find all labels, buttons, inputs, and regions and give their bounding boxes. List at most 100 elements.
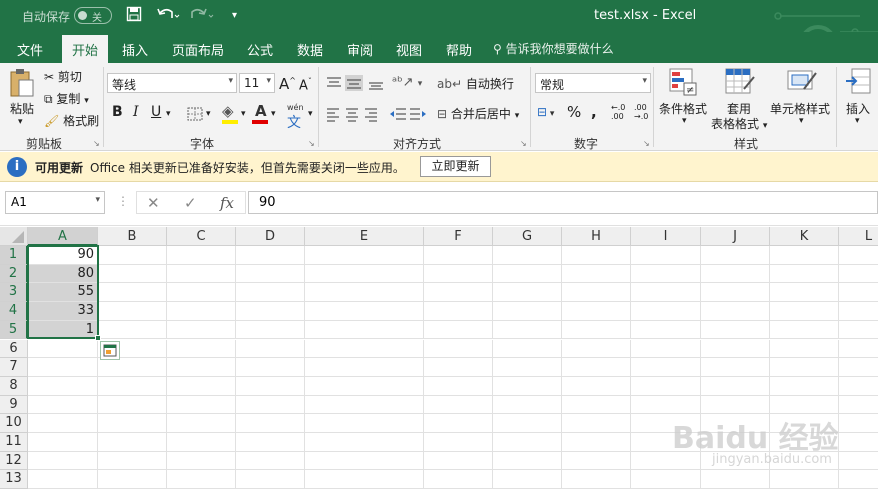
cell-f11[interactable] bbox=[424, 433, 493, 452]
cell-a8[interactable] bbox=[28, 376, 98, 396]
wrap-text-button[interactable]: ab↵ 自动换行 bbox=[437, 75, 514, 92]
tell-me-search[interactable]: ⚲ 告诉我你想要做什么 bbox=[493, 40, 614, 57]
cell-c11[interactable] bbox=[167, 433, 236, 452]
indent-icons[interactable] bbox=[388, 106, 428, 122]
tab-insert[interactable]: 插入 bbox=[122, 40, 148, 59]
cell-c8[interactable] bbox=[167, 376, 236, 396]
cell-j2[interactable] bbox=[701, 264, 770, 284]
decrease-decimal-icon[interactable]: .00 →.0 bbox=[634, 103, 648, 121]
row-header[interactable]: 7 bbox=[0, 358, 28, 377]
font-name-select[interactable]: 等线 ▾ bbox=[107, 73, 237, 93]
column-header-h[interactable]: H bbox=[562, 227, 631, 246]
cell-k5[interactable] bbox=[770, 320, 839, 340]
cell-e4[interactable] bbox=[305, 302, 424, 321]
format-painter-button[interactable]: 🖌 格式刷 bbox=[44, 112, 99, 129]
cell-f5[interactable] bbox=[424, 320, 493, 340]
cell-f2[interactable] bbox=[424, 264, 493, 284]
row-header[interactable]: 4 bbox=[0, 302, 28, 321]
cell-h5[interactable] bbox=[562, 320, 631, 340]
cell-l4[interactable] bbox=[839, 302, 878, 321]
row-header[interactable]: 13 bbox=[0, 470, 28, 490]
cell-k8[interactable] bbox=[770, 376, 839, 396]
insert-function-icon[interactable]: fx bbox=[220, 194, 234, 212]
cell-a10[interactable] bbox=[28, 414, 98, 433]
underline-dropdown-icon[interactable]: ▾ bbox=[166, 109, 171, 119]
bold-icon[interactable]: B bbox=[112, 104, 123, 120]
phonetic-guide-icon[interactable]: wén 文 bbox=[287, 103, 304, 132]
percent-icon[interactable]: % bbox=[567, 103, 581, 121]
cell-l5[interactable] bbox=[839, 321, 878, 340]
column-header-b[interactable]: B bbox=[98, 227, 167, 246]
cell-j7[interactable] bbox=[701, 358, 770, 377]
cell-j1[interactable] bbox=[701, 246, 770, 265]
cell-e7[interactable] bbox=[305, 358, 424, 377]
cell-a12[interactable] bbox=[28, 451, 98, 471]
redo-icon[interactable] bbox=[190, 6, 216, 26]
cell-b8[interactable] bbox=[98, 376, 167, 396]
tab-review[interactable]: 审阅 bbox=[347, 40, 373, 59]
cell-f3[interactable] bbox=[424, 283, 493, 303]
cell-f9[interactable] bbox=[424, 395, 493, 415]
column-header-c[interactable]: C bbox=[167, 227, 236, 246]
tab-view[interactable]: 视图 bbox=[396, 40, 422, 59]
borders-dropdown-icon[interactable]: ▾ bbox=[206, 109, 211, 119]
row-header[interactable]: 3 bbox=[0, 283, 28, 303]
cell-l9[interactable] bbox=[839, 396, 878, 415]
cell-f4[interactable] bbox=[424, 302, 493, 321]
font-color-icon[interactable]: A bbox=[255, 102, 267, 120]
cell-d7[interactable] bbox=[236, 358, 305, 377]
cell-b13[interactable] bbox=[98, 470, 167, 490]
cell-i2[interactable] bbox=[631, 264, 701, 284]
cell-e12[interactable] bbox=[305, 451, 424, 471]
column-header-j[interactable]: J bbox=[701, 227, 770, 246]
cell-g11[interactable] bbox=[493, 433, 562, 452]
cell-e10[interactable] bbox=[305, 414, 424, 433]
vertical-align-icons[interactable] bbox=[325, 75, 387, 91]
cell-f12[interactable] bbox=[424, 451, 493, 471]
save-icon[interactable] bbox=[126, 6, 142, 26]
row-header[interactable]: 10 bbox=[0, 414, 28, 433]
cell-h10[interactable] bbox=[562, 414, 631, 433]
cell-a6[interactable] bbox=[28, 339, 98, 359]
cell-e9[interactable] bbox=[305, 395, 424, 415]
cell-c12[interactable] bbox=[167, 451, 236, 471]
update-now-button[interactable]: 立即更新 bbox=[420, 156, 491, 177]
alignment-launcher-icon[interactable]: ↘ bbox=[520, 139, 527, 148]
cell-d11[interactable] bbox=[236, 433, 305, 452]
cell-j4[interactable] bbox=[701, 302, 770, 321]
cell-d12[interactable] bbox=[236, 451, 305, 471]
cell-b5[interactable] bbox=[98, 320, 167, 340]
row-header[interactable]: 12 bbox=[0, 451, 28, 471]
cell-g10[interactable] bbox=[493, 414, 562, 433]
cell-l13[interactable] bbox=[839, 470, 878, 490]
quick-analysis-button[interactable] bbox=[100, 341, 120, 360]
cell-h12[interactable] bbox=[562, 451, 631, 471]
tab-data[interactable]: 数据 bbox=[297, 40, 323, 59]
number-launcher-icon[interactable]: ↘ bbox=[643, 139, 650, 148]
cell-f7[interactable] bbox=[424, 358, 493, 377]
font-launcher-icon[interactable]: ↘ bbox=[308, 139, 315, 148]
row-header[interactable]: 2 bbox=[0, 264, 28, 284]
cell-d13[interactable] bbox=[236, 470, 305, 490]
cell-c4[interactable] bbox=[167, 302, 236, 321]
cell-h8[interactable] bbox=[562, 376, 631, 396]
cell-l12[interactable] bbox=[839, 452, 878, 471]
cell-d8[interactable] bbox=[236, 376, 305, 396]
column-header-a[interactable]: A bbox=[28, 227, 98, 246]
horizontal-align-icons[interactable] bbox=[325, 106, 381, 122]
cell-b4[interactable] bbox=[98, 302, 167, 321]
cell-i13[interactable] bbox=[631, 470, 701, 490]
decrease-font-icon[interactable]: Aˇ bbox=[299, 77, 312, 93]
increase-font-icon[interactable]: A^ bbox=[279, 75, 296, 93]
cell-h1[interactable] bbox=[562, 246, 631, 265]
cell-j6[interactable] bbox=[701, 339, 770, 359]
cell-k6[interactable] bbox=[770, 339, 839, 359]
column-header-l[interactable]: L bbox=[839, 227, 878, 246]
cell-l3[interactable] bbox=[839, 283, 878, 303]
cell-f8[interactable] bbox=[424, 376, 493, 396]
row-header[interactable]: 1 bbox=[0, 246, 28, 265]
cell-g12[interactable] bbox=[493, 451, 562, 471]
cell-i4[interactable] bbox=[631, 302, 701, 321]
cell-e5[interactable] bbox=[305, 320, 424, 340]
cell-g7[interactable] bbox=[493, 358, 562, 377]
